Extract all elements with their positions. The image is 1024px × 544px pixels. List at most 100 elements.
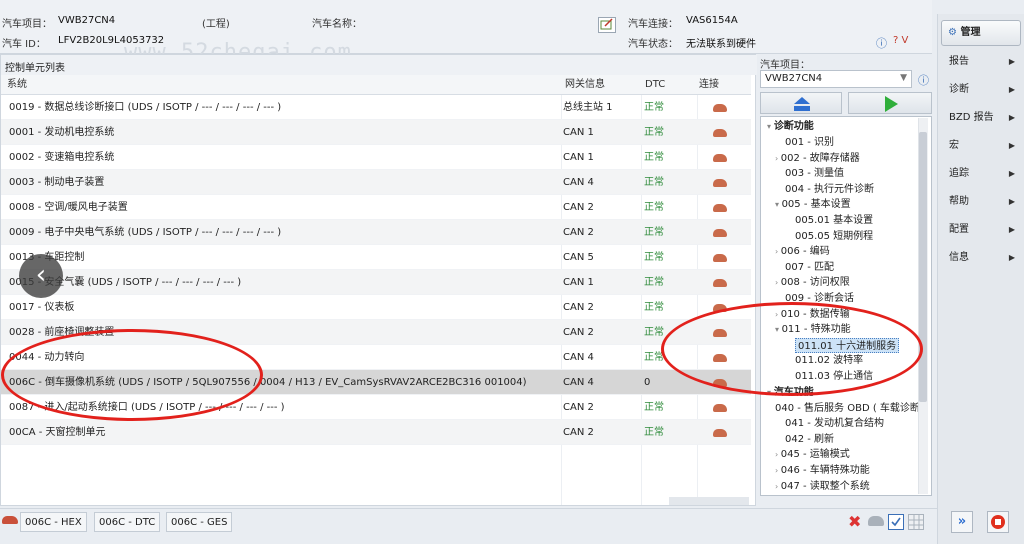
tree-item-label: 042 - 刷新	[785, 433, 835, 445]
tree-item[interactable]: 003 - 测量值	[785, 166, 844, 181]
tree-header-diagnostics[interactable]: ▾ 诊断功能	[767, 119, 814, 134]
stop-icon	[991, 515, 1005, 529]
connection-cell[interactable]	[713, 120, 733, 145]
control-unit-title: 控制单元列表	[1, 55, 757, 75]
grid-icon[interactable]	[908, 514, 924, 530]
table-row[interactable]: 0009 - 电子中央电气系统 (UDS / ISOTP / --- / ---…	[1, 220, 751, 245]
home-button[interactable]	[760, 92, 842, 114]
expand-icon[interactable]: ▾	[767, 122, 774, 131]
dtc-cell: 正常	[644, 402, 664, 413]
system-cell: 0003 - 制动电子装置	[9, 177, 105, 188]
dtc-cell: 正常	[644, 227, 664, 238]
table-row[interactable]: 0002 - 变速箱电控系统 CAN 1 正常	[1, 145, 751, 170]
chevron-right-icon: ▶	[1008, 169, 1015, 178]
tree-item-label: 045 - 运输模式	[780, 449, 850, 461]
vehicle-project-select-value: VWB27CN4	[765, 73, 823, 84]
forward-button[interactable]: »	[951, 511, 973, 533]
chevron-right-icon: ▶	[1008, 85, 1015, 94]
car-icon	[713, 179, 727, 187]
tab-dtc[interactable]: 006C - DTC	[94, 512, 161, 532]
car-icon	[713, 154, 727, 162]
menu-item[interactable]: 帮助 ▶	[941, 190, 1021, 214]
system-cell: 0002 - 变速箱电控系统	[9, 152, 115, 163]
dtc-cell: 正常	[644, 277, 664, 288]
gateway-cell: CAN 5	[563, 252, 594, 263]
help-text[interactable]: ? V	[893, 35, 908, 46]
start-button[interactable]	[848, 92, 932, 114]
column-dtc[interactable]: DTC	[641, 75, 697, 95]
tree-item-label: 004 - 执行元件诊断	[785, 183, 875, 195]
system-cell: 0017 - 仪表板	[9, 302, 75, 313]
table-row[interactable]: 0019 - 数据总线诊断接口 (UDS / ISOTP / --- / ---…	[1, 95, 751, 120]
gateway-cell: CAN 2	[563, 302, 594, 313]
tree-item-label: 006 - 编码	[780, 246, 830, 258]
tree-item[interactable]: 042 - 刷新	[785, 432, 834, 447]
tree-scrollbar-thumb[interactable]	[919, 132, 927, 402]
edit-icon[interactable]	[598, 17, 616, 33]
menu-item[interactable]: 配置 ▶	[941, 218, 1021, 242]
connection-cell[interactable]	[713, 420, 733, 445]
gateway-cell: CAN 4	[563, 352, 594, 363]
connection-cell[interactable]	[713, 220, 733, 245]
play-icon	[885, 96, 898, 112]
menu-item[interactable]: 报告 ▶	[941, 50, 1021, 74]
system-cell: 00CA - 天窗控制单元	[9, 427, 106, 438]
menu-item[interactable]: 信息 ▶	[941, 246, 1021, 270]
tree-item[interactable]: 040 - 售后服务 OBD ( 车载诊断 )	[775, 401, 927, 416]
tree-item-label: 040 - 售后服务 OBD ( 车载诊断 )	[775, 402, 928, 414]
connection-cell[interactable]	[713, 395, 733, 420]
table-row[interactable]: 0008 - 空调/暖风电子装置 CAN 2 正常	[1, 195, 751, 220]
management-button[interactable]: ⚙ 管理	[941, 20, 1021, 46]
scrollbar[interactable]	[669, 497, 749, 505]
tab-hex[interactable]: 006C - HEX	[20, 512, 87, 532]
tree-item[interactable]: 005.05 短期例程	[795, 229, 873, 244]
dtc-cell: 正常	[644, 427, 664, 438]
tree-item[interactable]: › 008 - 访问权限	[775, 275, 850, 290]
gateway-cell: CAN 2	[563, 227, 594, 238]
gateway-cell: CAN 2	[563, 327, 594, 338]
checklist-icon[interactable]	[888, 514, 904, 530]
table-row[interactable]: 0017 - 仪表板 CAN 2 正常	[1, 295, 751, 320]
tree-item[interactable]: ▾ 005 - 基本设置	[775, 197, 851, 212]
menu-item[interactable]: BZD 报告 ▶	[941, 106, 1021, 130]
column-system[interactable]: 系统	[1, 75, 561, 95]
close-x-icon[interactable]: ✖	[848, 514, 864, 530]
vehicle-project-select[interactable]: VWB27CN4 ▼	[760, 70, 912, 88]
back-arrow-icon[interactable]: ‹	[19, 254, 63, 298]
menu-item-label: 信息	[949, 252, 969, 263]
tree-item[interactable]: 004 - 执行元件诊断	[785, 182, 874, 197]
menu-item[interactable]: 追踪 ▶	[941, 162, 1021, 186]
stop-button[interactable]	[987, 511, 1009, 533]
tree-item[interactable]: › 045 - 运输模式	[775, 447, 850, 462]
column-gateway[interactable]: 网关信息	[561, 75, 641, 95]
table-row[interactable]: 0015 - 安全气囊 (UDS / ISOTP / --- / --- / -…	[1, 270, 751, 295]
tree-item[interactable]: 005.01 基本设置	[795, 213, 873, 228]
tab-ges[interactable]: 006C - GES	[166, 512, 233, 532]
table-row[interactable]: 00CA - 天窗控制单元 CAN 2 正常	[1, 420, 751, 445]
tree-item[interactable]: 041 - 发动机复合结构	[785, 416, 884, 431]
connection-cell[interactable]	[713, 195, 733, 220]
table-row[interactable]: 0013 - 车距控制 CAN 5 正常	[1, 245, 751, 270]
dtc-cell: 正常	[644, 152, 664, 163]
tree-item[interactable]: › 002 - 故障存储器	[775, 151, 860, 166]
menu-item[interactable]: 宏 ▶	[941, 134, 1021, 158]
info-icon[interactable]: ⓘ	[918, 72, 929, 88]
connection-cell[interactable]	[713, 145, 733, 170]
column-connection[interactable]: 连接	[697, 75, 751, 95]
table-row[interactable]: 0001 - 发动机电控系统 CAN 1 正常	[1, 120, 751, 145]
connection-cell[interactable]	[713, 95, 733, 120]
menu-item[interactable]: 诊断 ▶	[941, 78, 1021, 102]
tree-item[interactable]: › 046 - 车辆特殊功能	[775, 463, 870, 478]
table-row[interactable]: 0003 - 制动电子装置 CAN 4 正常	[1, 170, 751, 195]
tree-item[interactable]: 001 - 识别	[785, 135, 834, 150]
vehicle-header: 汽车项目： VWB27CN4 (工程) 汽车名称： 汽车 ID： LFV2B20…	[0, 0, 932, 65]
tree-item[interactable]: 007 - 匹配	[785, 260, 834, 275]
info-icon[interactable]: ⓘ	[876, 35, 887, 51]
tree-item[interactable]: › 006 - 编码	[775, 244, 830, 259]
gateway-cell: CAN 2	[563, 402, 594, 413]
tree-item[interactable]: › 047 - 读取整个系统	[775, 479, 870, 494]
car-icon[interactable]	[868, 516, 884, 526]
connection-cell[interactable]	[713, 170, 733, 195]
connection-cell[interactable]	[713, 270, 733, 295]
connection-cell[interactable]	[713, 245, 733, 270]
